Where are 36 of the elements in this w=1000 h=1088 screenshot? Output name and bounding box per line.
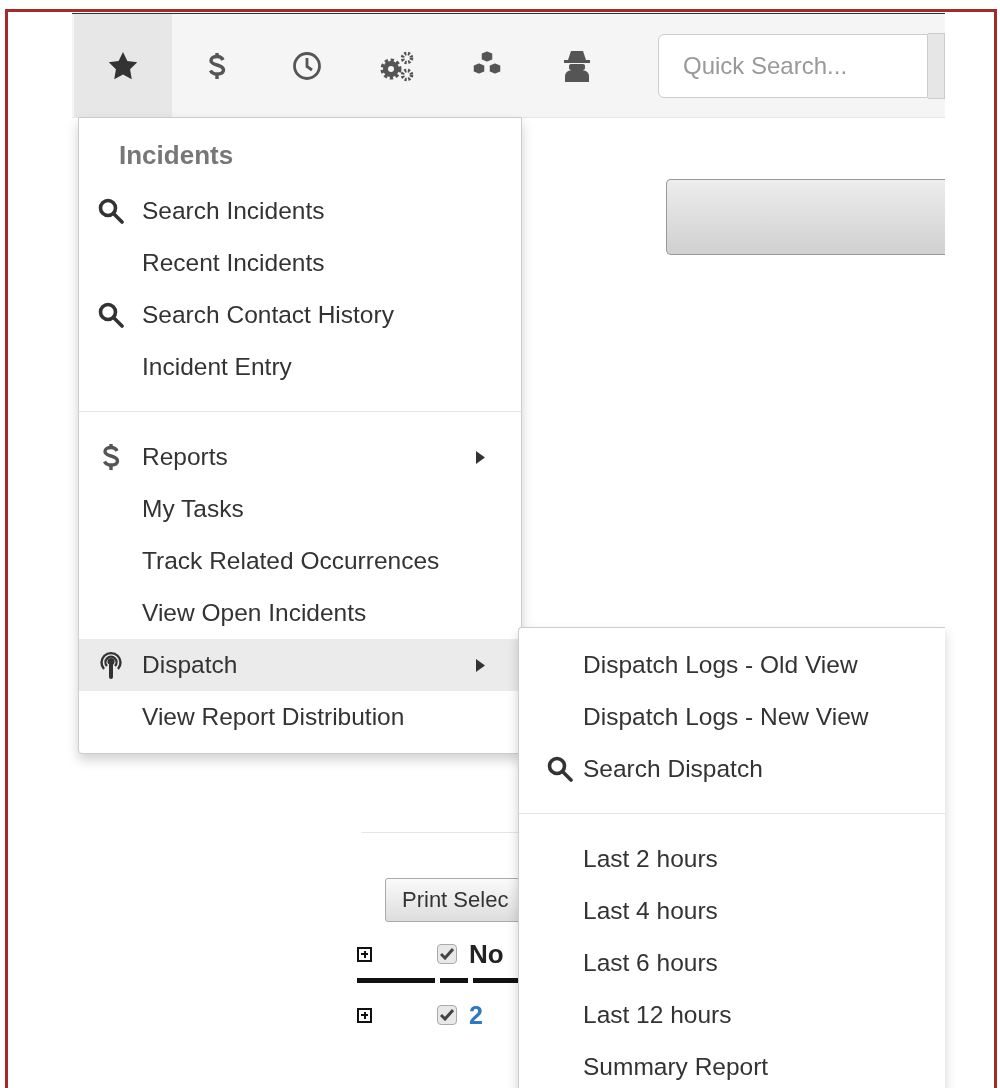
menu-item[interactable]: Reports <box>79 431 521 483</box>
dollar-icon <box>101 442 120 472</box>
menu-item[interactable]: Track Related Occurrences <box>79 535 521 587</box>
menu-item[interactable]: Dispatch Logs - New View <box>519 691 945 743</box>
row-link[interactable]: 2 <box>469 1000 483 1030</box>
checkbox[interactable] <box>437 944 457 964</box>
dollar-icon <box>208 50 226 81</box>
expand-icon[interactable] <box>357 946 372 962</box>
broadcast-icon <box>98 651 123 679</box>
column-header: No <box>469 938 504 970</box>
menu-item[interactable]: Last 12 hours <box>519 989 945 1041</box>
menu-item[interactable]: Last 6 hours <box>519 937 945 989</box>
menu-item[interactable]: Summary Report <box>519 1041 945 1088</box>
menu-item[interactable]: Search Incidents <box>79 185 521 237</box>
search-icon <box>547 756 573 782</box>
column-underline <box>440 978 468 983</box>
menu-item[interactable]: Dispatch Logs - Old View <box>519 639 945 691</box>
menu-item[interactable]: My Tasks <box>79 483 521 535</box>
search-field[interactable]: Quick Search... <box>658 33 928 98</box>
checkbox[interactable] <box>437 1005 457 1025</box>
menu-item[interactable]: Search Dispatch <box>519 743 945 795</box>
menu-item[interactable]: Recent Incidents <box>79 237 521 289</box>
menu-item[interactable]: Dispatch <box>79 639 521 691</box>
menu-item[interactable]: Search Contact History <box>79 289 521 341</box>
menu-item[interactable]: View Open Incidents <box>79 587 521 639</box>
expand-icon[interactable] <box>357 1007 372 1023</box>
menu-item[interactable]: Incident Entry <box>79 341 521 393</box>
toolbar-tab[interactable] <box>74 14 172 117</box>
spy-icon <box>562 49 592 82</box>
gears-icon <box>378 49 416 82</box>
menu-item[interactable]: View Report Distribution <box>79 691 521 743</box>
search-icon <box>97 198 124 224</box>
menu-header: Incidents <box>119 140 234 170</box>
clock-icon <box>292 50 322 81</box>
search-icon <box>97 302 124 328</box>
star-icon <box>108 51 138 80</box>
